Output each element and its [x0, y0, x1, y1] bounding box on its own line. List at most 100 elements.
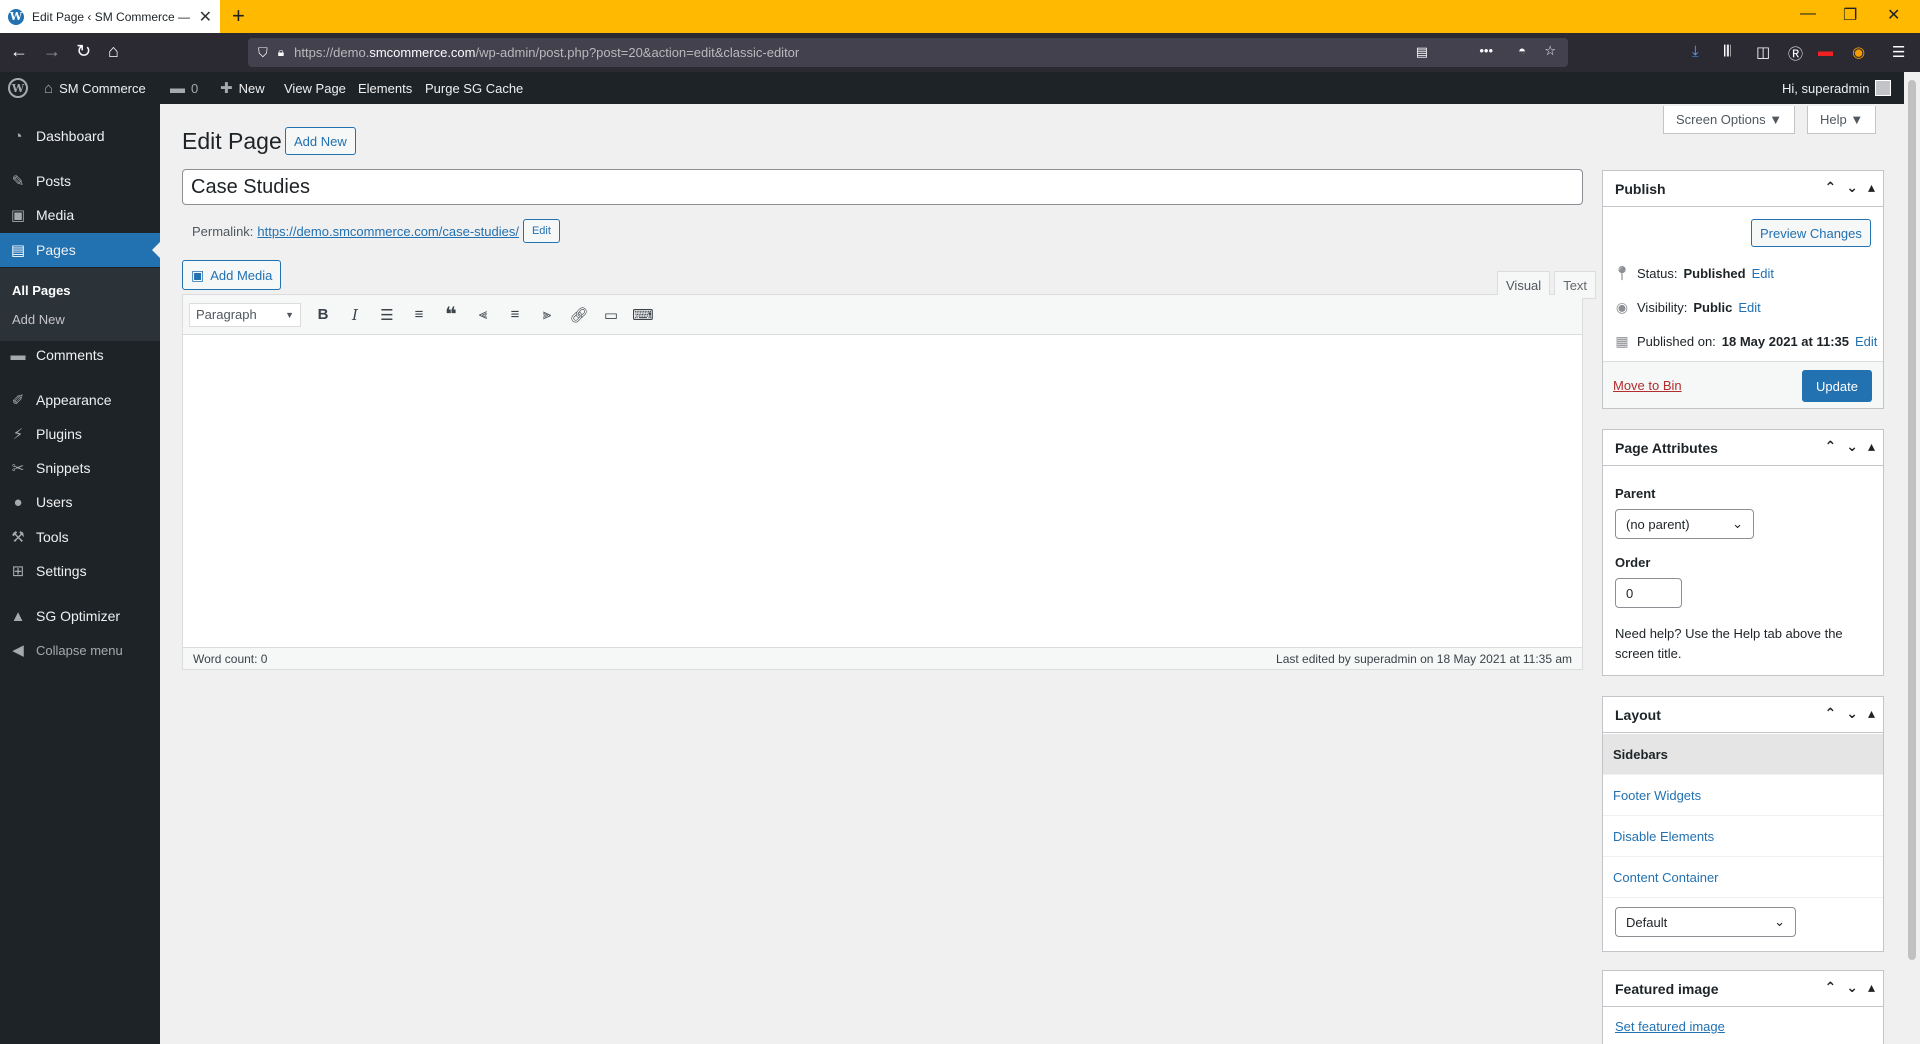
bookmark-star-icon[interactable]: ☆	[1544, 43, 1556, 59]
move-down-icon[interactable]: ⌄	[1846, 438, 1858, 455]
format-select[interactable]: Paragraph ▼	[189, 302, 301, 327]
comments-link[interactable]: ▬ 0	[170, 72, 198, 104]
bold-icon[interactable]: B	[313, 303, 333, 327]
sidebar-item-comments[interactable]: ▬ Comments	[0, 338, 160, 372]
layout-tab-footer-widgets[interactable]: Footer Widgets	[1603, 775, 1883, 816]
restore-icon[interactable]: ❐	[1843, 5, 1857, 25]
more-actions-icon[interactable]: •••	[1479, 43, 1493, 58]
purge-cache-link[interactable]: Purge SG Cache	[425, 72, 523, 104]
extension-orange-icon[interactable]: ◉	[1852, 43, 1865, 61]
numbered-list-icon[interactable]: ≡	[409, 303, 429, 327]
read-more-icon[interactable]: ▭	[601, 303, 621, 327]
account-icon[interactable]: Ⓡ	[1788, 43, 1803, 64]
link-icon[interactable]: 🔗︎	[569, 303, 589, 327]
move-to-bin-link[interactable]: Move to Bin	[1613, 378, 1682, 393]
layout-tab-content-container[interactable]: Content Container	[1603, 857, 1883, 898]
sidebar-item-media[interactable]: ▣ Media	[0, 198, 160, 232]
view-page-link[interactable]: View Page	[284, 72, 346, 104]
move-down-icon[interactable]: ⌄	[1846, 979, 1858, 996]
greeting: Hi, superadmin	[1782, 80, 1870, 96]
parent-select[interactable]: (no parent) ⌄	[1615, 509, 1754, 539]
layout-select[interactable]: Default ⌄	[1615, 907, 1796, 937]
extension-red-icon[interactable]: ▬	[1818, 43, 1833, 60]
reader-view-icon[interactable]: ▤	[1416, 44, 1428, 60]
toggle-panel-icon[interactable]: ▴	[1868, 705, 1875, 722]
new-tab-button[interactable]: +	[232, 3, 245, 29]
move-up-icon[interactable]: ⌃	[1825, 979, 1837, 996]
sidebar-item-sg-optimizer[interactable]: ▲ SG Optimizer	[0, 599, 160, 633]
editor-body[interactable]	[183, 336, 1582, 648]
move-up-icon[interactable]: ⌃	[1825, 438, 1837, 455]
browser-tab-bar: W Edit Page ‹ SM Commerce — W ✕ + — ❐ ✕	[0, 0, 1920, 33]
add-media-button[interactable]: ▣ Add Media	[182, 260, 282, 290]
move-up-icon[interactable]: ⌃	[1825, 705, 1837, 722]
lock-icon[interactable]: 🔒︎	[278, 45, 284, 60]
move-down-icon[interactable]: ⌄	[1846, 705, 1858, 722]
post-title-input[interactable]: Case Studies	[182, 169, 1583, 205]
sidebar-item-plugins[interactable]: ⚡ Plugins	[0, 417, 160, 451]
sidebar-item-settings[interactable]: ⊞ Settings	[0, 554, 160, 588]
submenu-add-new[interactable]: Add New	[12, 312, 65, 327]
sidebar-icon[interactable]: ◫	[1756, 43, 1770, 61]
add-new-page-button[interactable]: Add New	[285, 127, 356, 155]
page-scrollbar[interactable]	[1904, 72, 1920, 1044]
featured-image-box: Featured image ⌃ ⌄ ▴ Set featured image	[1602, 970, 1884, 1044]
align-right-icon[interactable]: ⫸	[537, 303, 557, 327]
menu-icon[interactable]: ☰	[1892, 43, 1905, 61]
new-content-link[interactable]: ✚ New	[220, 72, 265, 104]
update-button[interactable]: Update	[1802, 370, 1872, 402]
back-icon[interactable]: ←	[10, 41, 28, 62]
italic-icon[interactable]: I	[345, 303, 365, 327]
pocket-icon[interactable]: ◓	[1518, 43, 1526, 58]
close-tab-icon[interactable]: ✕	[199, 7, 212, 27]
help-button[interactable]: Help ▼	[1807, 106, 1877, 134]
toolbar-toggle-icon[interactable]: ⌨	[632, 303, 654, 327]
sidebar-item-appearance[interactable]: ✐ Appearance	[0, 383, 160, 417]
account-menu[interactable]: Hi, superadmin	[1782, 72, 1892, 104]
visibility-edit-link[interactable]: Edit	[1738, 300, 1760, 315]
window-close-icon[interactable]: ✕	[1887, 5, 1900, 25]
wp-logo-button[interactable]: W	[8, 72, 28, 104]
reload-icon[interactable]: ↻	[76, 41, 91, 62]
site-name-link[interactable]: ⌂ SM Commerce	[44, 72, 146, 104]
align-left-icon[interactable]: ⫷	[473, 303, 493, 327]
scrollbar-thumb[interactable]	[1908, 80, 1916, 960]
elements-link[interactable]: Elements	[358, 72, 412, 104]
browser-tab[interactable]: W Edit Page ‹ SM Commerce — W ✕	[0, 0, 220, 33]
toggle-panel-icon[interactable]: ▴	[1868, 179, 1875, 196]
sidebar-collapse-menu[interactable]: ◀ Collapse menu	[0, 633, 160, 667]
set-featured-image-link[interactable]: Set featured image	[1615, 1019, 1725, 1034]
sidebar-item-users[interactable]: ● Users	[0, 485, 160, 519]
toggle-panel-icon[interactable]: ▴	[1868, 438, 1875, 455]
blockquote-icon[interactable]: ❝	[441, 303, 461, 327]
move-up-icon[interactable]: ⌃	[1825, 179, 1837, 196]
minimize-icon[interactable]: —	[1800, 5, 1816, 23]
home-icon[interactable]: ⌂	[108, 41, 119, 62]
sidebar-item-tools[interactable]: ⚒ Tools	[0, 520, 160, 554]
forward-icon[interactable]: →	[43, 41, 61, 62]
move-down-icon[interactable]: ⌄	[1846, 179, 1858, 196]
status-edit-link[interactable]: Edit	[1752, 266, 1774, 281]
toggle-panel-icon[interactable]: ▴	[1868, 979, 1875, 996]
page-title: Edit Page	[182, 128, 282, 154]
layout-tab-disable-elements[interactable]: Disable Elements	[1603, 816, 1883, 857]
shield-icon[interactable]: ⛉	[258, 45, 268, 61]
permalink-link[interactable]: https://demo.smcommerce.com/case-studies…	[257, 224, 519, 239]
downloads-icon[interactable]: ⤓	[1692, 43, 1699, 60]
sidebar-item-posts[interactable]: ✎ Posts	[0, 164, 160, 198]
preview-changes-button[interactable]: Preview Changes	[1751, 219, 1871, 247]
bullet-list-icon[interactable]: ☰	[377, 303, 397, 327]
library-icon[interactable]: 𝄃𝄃	[1724, 43, 1731, 60]
permalink-edit-button[interactable]: Edit	[522, 219, 560, 243]
layout-tab-sidebars[interactable]: Sidebars	[1603, 734, 1883, 775]
sidebar-item-snippets[interactable]: ✂ Snippets	[0, 451, 160, 485]
sidebar-item-label: Snippets	[36, 460, 91, 476]
url-bar[interactable]: ⛉ 🔒︎ https://demo.smcommerce.com/wp-admi…	[248, 38, 1568, 67]
align-center-icon[interactable]: ≡	[505, 303, 525, 327]
sidebar-item-dashboard[interactable]: ◔ Dashboard	[0, 119, 160, 153]
screen-options-button[interactable]: Screen Options ▼	[1663, 106, 1796, 134]
date-edit-link[interactable]: Edit	[1855, 334, 1877, 349]
sidebar-item-pages[interactable]: ▤ Pages	[0, 233, 160, 267]
order-input[interactable]: 0	[1615, 578, 1682, 608]
submenu-all-pages[interactable]: All Pages	[12, 283, 71, 298]
